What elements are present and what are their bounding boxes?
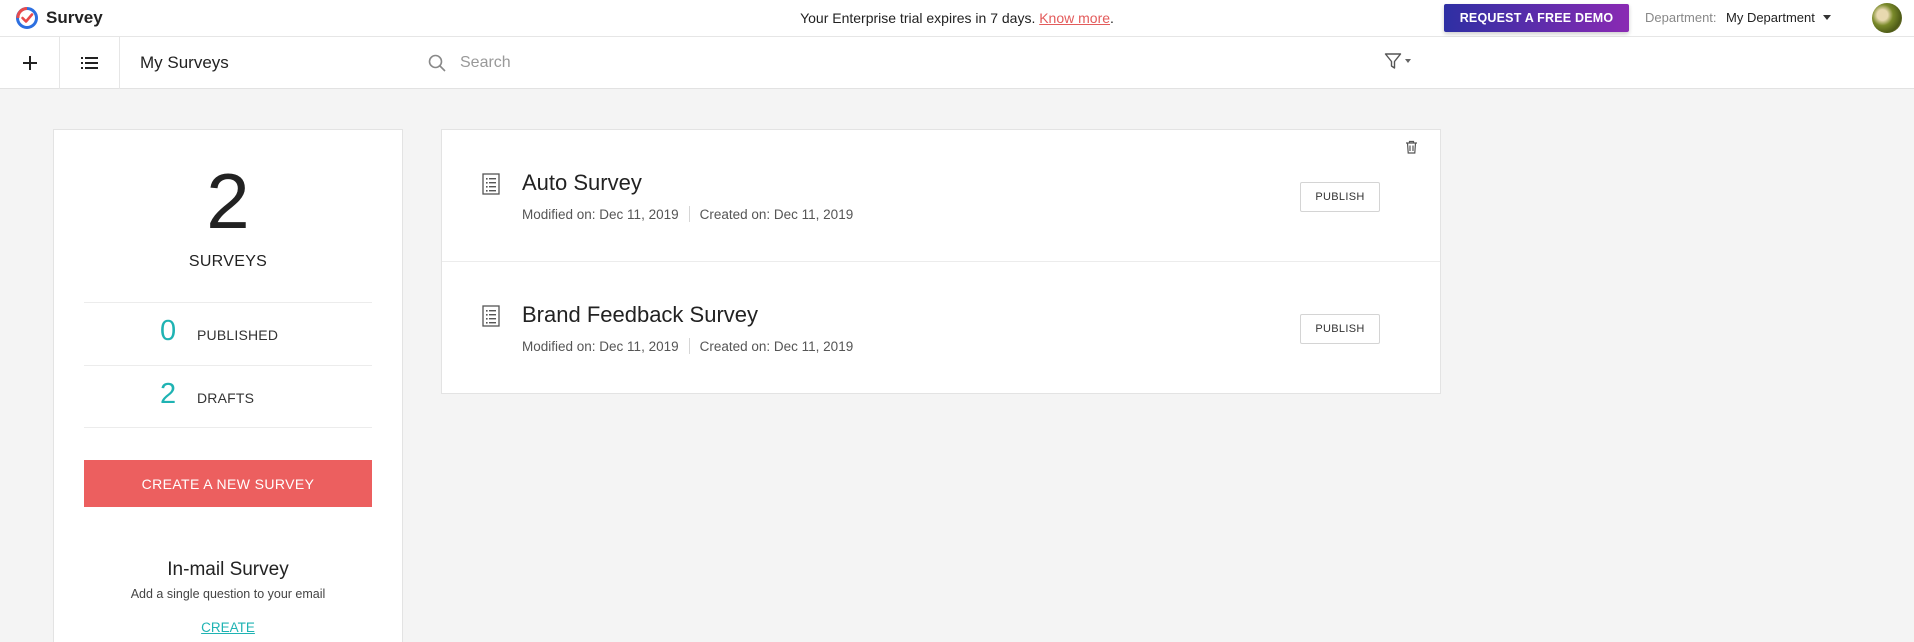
top-banner: Survey Your Enterprise trial expires in … [0,0,1914,37]
department-value: My Department [1726,10,1815,25]
published-stat[interactable]: 0 PUBLISHED [84,302,372,365]
survey-title[interactable]: Auto Survey [522,170,642,196]
modified-date: Modified on: Dec 11, 2019 [522,338,679,354]
drafts-count: 2 [160,378,177,410]
survey-list-item[interactable]: Auto Survey Modified on: Dec 11, 2019 Cr… [442,130,1440,262]
page-title: My Surveys [140,53,229,72]
trial-period: . [1110,10,1114,26]
created-date: Created on: Dec 11, 2019 [699,206,854,222]
published-count: 0 [160,315,177,347]
filter-chevron-down-icon [1405,59,1411,63]
survey-document-icon [482,305,500,327]
modified-date: Modified on: Dec 11, 2019 [522,206,679,222]
survey-title[interactable]: Brand Feedback Survey [522,302,758,328]
department-label: Department: [1645,10,1717,25]
survey-document-icon [482,173,500,195]
request-demo-button[interactable]: REQUEST A FREE DEMO [1444,4,1629,32]
app-name: Survey [46,8,103,27]
inmail-survey-title: In-mail Survey [167,559,289,580]
created-date: Created on: Dec 11, 2019 [699,338,854,354]
meta-divider [688,206,690,222]
filter-icon [1384,53,1402,69]
plus-icon [22,56,37,70]
survey-meta: Modified on: Dec 11, 2019 Created on: De… [522,206,853,222]
survey-logo-icon [16,6,38,29]
new-survey-plus-button[interactable] [0,37,60,89]
total-surveys-label: SURVEYS [188,253,268,270]
meta-divider [688,338,690,354]
publish-button[interactable]: PUBLISH [1300,182,1380,212]
inmail-create-link[interactable]: CREATE [201,620,255,635]
trial-text: Your Enterprise trial expires in 7 days. [800,10,1036,26]
chevron-down-icon [1822,15,1831,20]
survey-stats-card: 2 SURVEYS 0 PUBLISHED 2 DRAFTS CREATE A … [53,129,403,642]
survey-list-item[interactable]: Brand Feedback Survey Modified on: Dec 1… [442,262,1440,394]
list-view-icon [81,57,98,69]
list-view-button[interactable] [60,37,120,89]
drafts-stat[interactable]: 2 DRAFTS [84,365,372,428]
avatar[interactable] [1872,3,1902,33]
toolbar: My Surveys [0,37,1914,89]
survey-list: Auto Survey Modified on: Dec 11, 2019 Cr… [441,129,1441,394]
app-logo[interactable]: Survey [15,6,103,30]
know-more-link[interactable]: Know more [1039,10,1110,26]
inmail-create-container: CREATE [54,620,402,635]
survey-meta: Modified on: Dec 11, 2019 Created on: De… [522,338,853,354]
filter-button[interactable] [1384,52,1411,70]
create-new-survey-button[interactable]: CREATE A NEW SURVEY [84,460,372,507]
search-input[interactable] [460,54,960,72]
search-bar [428,50,988,76]
total-surveys-count: 2 [206,157,250,245]
drafts-label: DRAFTS [197,390,255,406]
published-label: PUBLISHED [197,327,279,343]
department-dropdown[interactable]: My Department [1726,10,1831,25]
search-icon [428,54,446,72]
inmail-survey-subtitle: Add a single question to your email [130,587,326,601]
publish-button[interactable]: PUBLISH [1300,314,1380,344]
